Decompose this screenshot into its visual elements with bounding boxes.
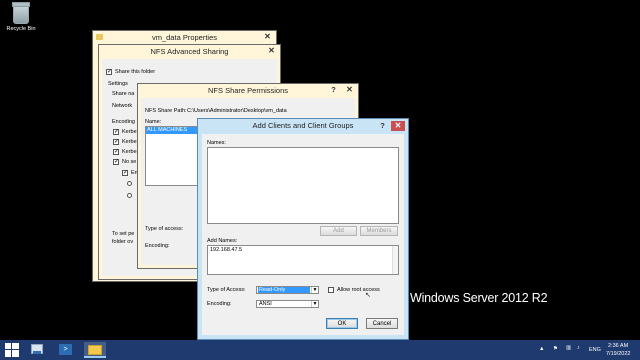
server-manager-icon[interactable]	[29, 342, 47, 358]
add-clients-title: Add Clients and Client Groups	[252, 121, 354, 130]
kerberos-checkbox-2[interactable]: ✓	[113, 139, 119, 145]
language-indicator[interactable]: ENG	[589, 347, 601, 353]
share-folder-label: Share this folder	[115, 69, 156, 75]
list-item[interactable]: ALL MACHINES	[146, 127, 204, 134]
share-folder-checkbox[interactable]: ✓	[106, 69, 112, 75]
type-of-access-label: Type of Access:	[207, 287, 246, 293]
share-path-label: NFS Share Path:	[145, 108, 187, 114]
radio-option-2[interactable]	[127, 193, 132, 198]
kerberos-label-2: Kerbe	[122, 139, 137, 145]
add-names-textarea[interactable]: 192.168.47.5	[207, 245, 399, 275]
recycle-bin-icon	[12, 2, 30, 24]
permissions-title-bar: NFS Share Permissions ? ✕	[138, 84, 358, 97]
folder-icon	[96, 34, 103, 40]
encoding-select[interactable]: ANSI ▼	[256, 300, 319, 308]
nfs-sharing-title: NFS Advanced Sharing	[150, 47, 229, 56]
clock-date[interactable]: 7/19/2022	[606, 351, 630, 357]
permissions-hint-line-2: folder ov	[112, 239, 134, 245]
close-icon[interactable]: ✕	[261, 32, 274, 42]
cancel-button[interactable]: Cancel	[366, 318, 398, 329]
add-clients-client: Names: Add Members Add Names: 192.168.47…	[202, 134, 404, 335]
encoding-label: Encoding	[112, 119, 135, 125]
file-explorer-icon[interactable]	[84, 342, 106, 358]
taskbar: > ▲ ⚑ ▥ ♪ ENG 2:36 AM 7/19/2022	[0, 340, 640, 360]
add-clients-title-bar: Add Clients and Client Groups ? ✕	[198, 119, 408, 133]
recycle-bin-shortcut[interactable]: Recycle Bin	[4, 2, 38, 32]
chevron-down-icon: ▼	[311, 301, 318, 307]
permissions-hint-line-1: To set pe	[112, 231, 135, 237]
add-names-value: 192.168.47.5	[210, 247, 243, 253]
properties-title: vm_data Properties	[151, 33, 218, 42]
encoding-value: ANSI	[259, 301, 272, 307]
encoding-label: Encoding:	[207, 301, 232, 307]
close-icon[interactable]: ✕	[343, 85, 356, 95]
clock-time[interactable]: 2:36 AM	[608, 343, 628, 349]
volume-icon[interactable]: ♪	[577, 345, 580, 351]
add-names-label: Add Names:	[207, 238, 238, 244]
kerberos-checkbox-1[interactable]: ✓	[113, 129, 119, 135]
network-label: Network	[112, 103, 133, 109]
share-path-value: C:\Users\Administrator\Desktop\vm_data	[187, 108, 287, 114]
properties-title-bar: vm_data Properties ✕	[93, 31, 276, 44]
allow-root-access-label: Allow root access	[337, 287, 380, 293]
names-list[interactable]: ALL MACHINES	[145, 126, 205, 186]
members-button[interactable]: Members	[360, 226, 398, 236]
settings-label: Settings	[108, 81, 128, 87]
add-button[interactable]: Add	[320, 226, 357, 236]
scrollbar[interactable]	[392, 246, 398, 274]
start-button[interactable]	[5, 342, 23, 358]
names-label: Names:	[207, 140, 226, 146]
server-brand-text: Windows Server 2012 R2	[410, 291, 548, 305]
enable-checkbox[interactable]: ✓	[122, 170, 128, 176]
windows-logo-icon	[5, 343, 19, 357]
powershell-icon[interactable]: >	[57, 342, 75, 358]
help-icon[interactable]: ?	[327, 85, 340, 95]
no-server-checkbox[interactable]: ✓	[113, 159, 119, 165]
add-clients-dialog: Add Clients and Client Groups ? ✕ Names:…	[197, 118, 409, 340]
type-of-access-label: Type of access:	[145, 226, 184, 232]
kerberos-label-3: Kerbe	[122, 149, 137, 155]
type-of-access-select[interactable]: Read-Only ▼	[256, 286, 319, 294]
action-center-icon[interactable]: ⚑	[553, 346, 558, 352]
names-listbox[interactable]	[207, 147, 399, 224]
close-icon[interactable]: ✕	[391, 121, 405, 131]
share-name-label: Share na	[112, 91, 135, 97]
permissions-title: NFS Share Permissions	[207, 86, 289, 95]
chevron-up-icon[interactable]: ▲	[539, 346, 544, 352]
mouse-cursor-icon: ↖	[365, 292, 371, 299]
name-label: Name:	[145, 119, 162, 125]
close-icon[interactable]: ✕	[265, 46, 278, 56]
recycle-bin-label: Recycle Bin	[6, 26, 36, 32]
network-icon[interactable]: ▥	[566, 345, 571, 351]
kerberos-label-1: Kerbe	[122, 129, 137, 135]
allow-root-access-checkbox[interactable]	[328, 287, 334, 293]
type-of-access-value: Read-Only	[258, 287, 310, 293]
help-icon[interactable]: ?	[376, 121, 389, 131]
radio-option-1[interactable]	[127, 181, 132, 186]
kerberos-checkbox-3[interactable]: ✓	[113, 149, 119, 155]
no-server-label: No se	[122, 159, 137, 165]
chevron-down-icon: ▼	[311, 287, 318, 293]
encoding-label: Encoding:	[145, 243, 170, 249]
ok-button[interactable]: OK	[326, 318, 358, 329]
nfs-sharing-title-bar: NFS Advanced Sharing ✕	[99, 45, 280, 58]
